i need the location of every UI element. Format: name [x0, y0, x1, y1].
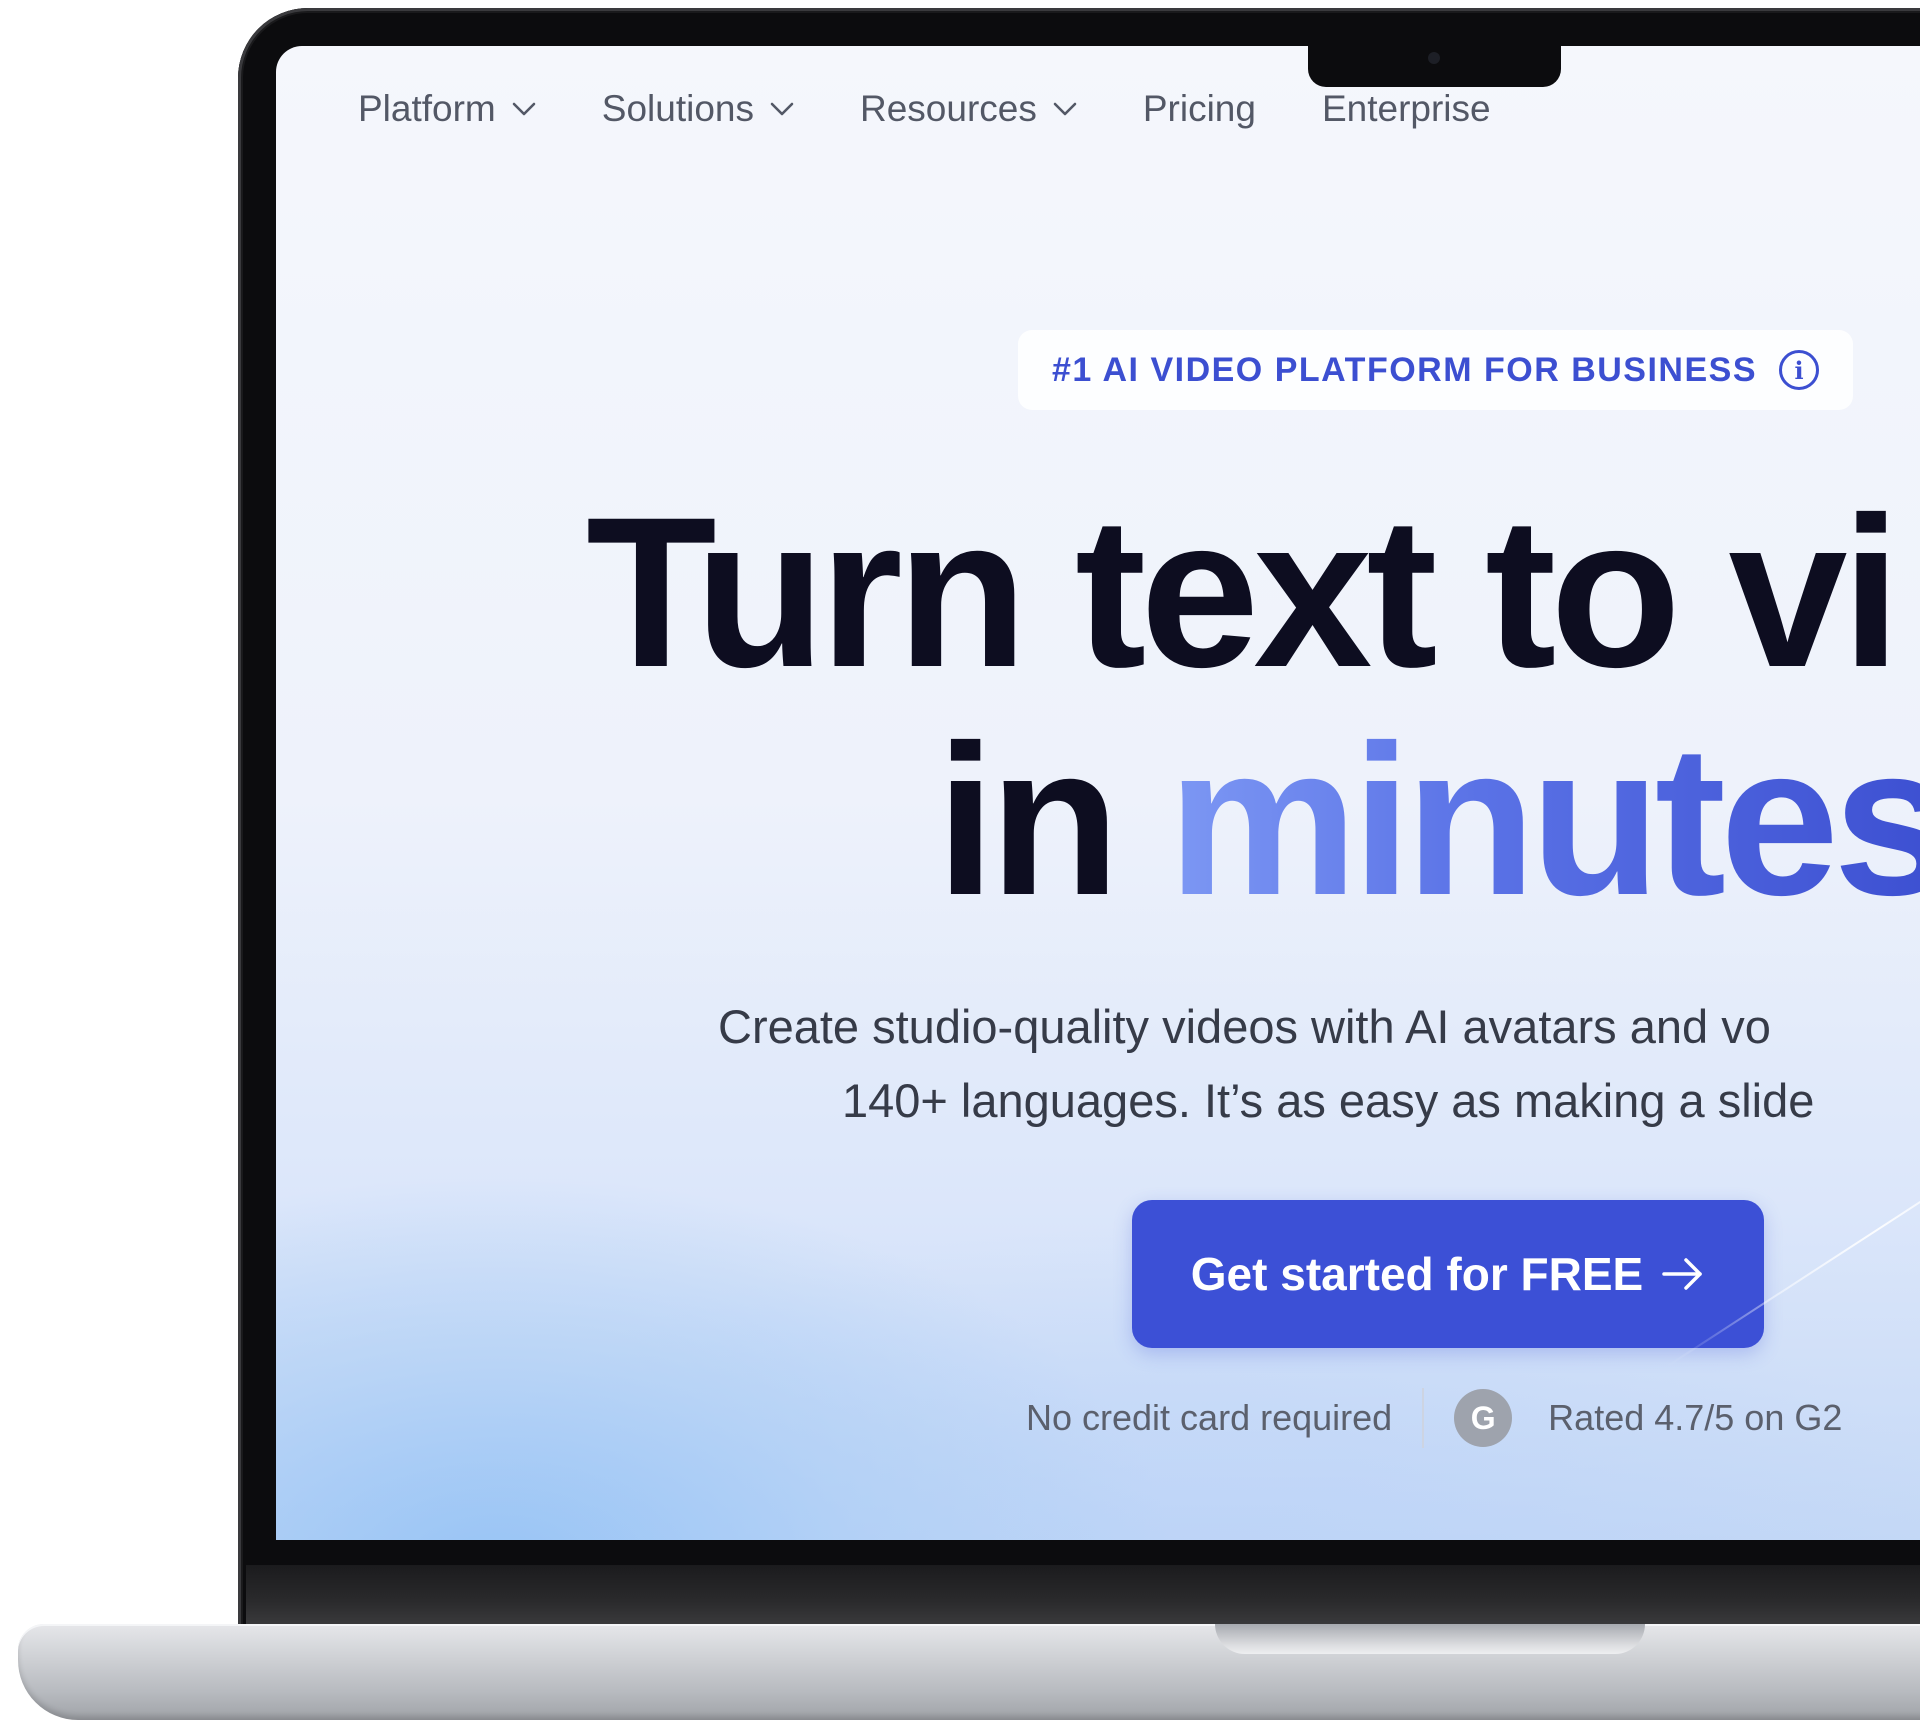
nav-item-label: Solutions — [601, 88, 754, 129]
nav-item-solutions[interactable]: Solutions — [602, 88, 794, 130]
nav-item-platform[interactable]: Platform — [358, 88, 536, 130]
headline-prefix: in — [936, 701, 1168, 940]
nav-item-label: Resources — [859, 88, 1037, 129]
g2-logo-icon: G — [1454, 1389, 1513, 1447]
laptop-mockup: Platform Solutions Resources Pricing Ent… — [0, 0, 1920, 1724]
subtitle-line2: 140+ languages. It’s as easy as making a… — [842, 1074, 1815, 1127]
laptop-hinge — [246, 1565, 1920, 1625]
platform-badge: #1 AI VIDEO PLATFORM FOR BUSINESS i — [1018, 330, 1854, 410]
nav-item-label: Platform — [358, 88, 496, 129]
arrow-right-icon — [1662, 1258, 1702, 1290]
chevron-down-icon — [770, 102, 794, 116]
hero-subtitle: Create studio-quality videos with AI ava… — [718, 990, 1814, 1138]
g2-rating[interactable]: Rated 4.7/5 on G2 — [1548, 1397, 1842, 1439]
nav-item-label: Pricing — [1142, 88, 1256, 129]
camera-notch — [1308, 44, 1561, 87]
hero-headline-line1: Turn text to vi — [586, 473, 1901, 712]
nav-item-pricing[interactable]: Pricing — [1143, 88, 1256, 130]
nav-item-label: Enterprise — [1321, 88, 1491, 129]
cta-meta-row: No credit card required G Rated 4.7/5 on… — [1026, 1388, 1842, 1448]
nav-item-resources[interactable]: Resources — [860, 88, 1077, 130]
no-credit-card-note: No credit card required — [1026, 1397, 1393, 1438]
get-started-button[interactable]: Get started for FREE — [1132, 1200, 1764, 1348]
headline-accent-word: minutes — [1168, 701, 1920, 940]
nav-item-enterprise[interactable]: Enterprise — [1322, 88, 1491, 130]
laptop-base-thumb-notch — [1215, 1624, 1645, 1654]
top-nav: Platform Solutions Resources Pricing Ent… — [358, 88, 1557, 130]
info-icon[interactable]: i — [1779, 350, 1820, 390]
chevron-down-icon — [1053, 102, 1077, 116]
badge-text: #1 AI VIDEO PLATFORM FOR BUSINESS — [1052, 350, 1758, 389]
chevron-down-icon — [512, 102, 536, 116]
hero-headline-line2: in minutes — [936, 714, 1920, 928]
meta-divider — [1422, 1388, 1425, 1448]
camera-icon — [1428, 52, 1440, 64]
cta-label: Get started for FREE — [1190, 1248, 1644, 1300]
subtitle-line1: Create studio-quality videos with AI ava… — [718, 1000, 1771, 1053]
laptop-screen: Platform Solutions Resources Pricing Ent… — [276, 46, 1920, 1540]
